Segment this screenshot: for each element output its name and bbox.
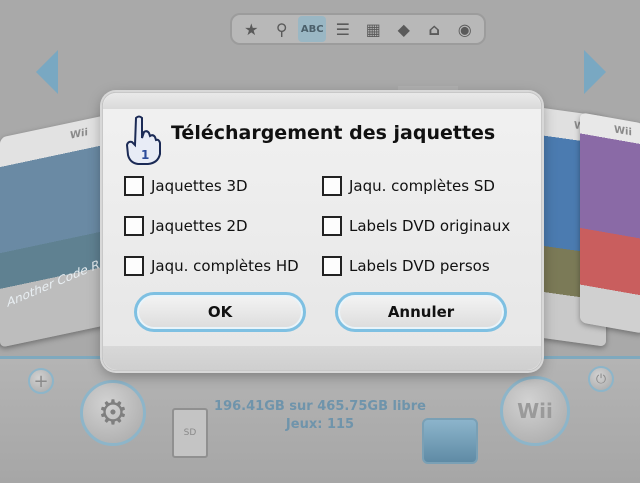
lock-icon[interactable]: ⌂	[420, 16, 448, 42]
option-jaquettes-3d[interactable]: Jaquettes 3D	[124, 176, 248, 196]
game-cover-right-2[interactable]: Wii	[580, 112, 640, 334]
storage-free-text: 196.41GB sur 465.75GB libre	[214, 399, 426, 414]
checkbox[interactable]	[124, 216, 144, 236]
storage-status: 196.41GB sur 465.75GB libre Jeux: 115	[200, 398, 440, 434]
game-cover-another-code[interactable]: Wii Another Code R	[0, 114, 110, 348]
list-view-icon[interactable]: ☰	[329, 16, 357, 42]
dialog-bottom-stripe	[103, 346, 541, 370]
checkbox[interactable]	[124, 256, 144, 276]
option-labels-dvd-persos[interactable]: Labels DVD persos	[322, 256, 490, 276]
sort-abc-icon[interactable]: ABC	[298, 16, 327, 42]
option-labels-dvd-originaux[interactable]: Labels DVD originaux	[322, 216, 510, 236]
wii-badge: Wii	[614, 124, 632, 139]
cancel-button[interactable]: Annuler	[335, 292, 507, 332]
option-jaquettes-2d[interactable]: Jaquettes 2D	[124, 216, 248, 236]
disc-icon[interactable]: ◉	[451, 16, 479, 42]
next-arrow-icon[interactable]	[584, 50, 606, 94]
option-label: Labels DVD originaux	[349, 217, 511, 235]
grid-view-icon[interactable]: ▦	[359, 16, 387, 42]
option-label: Jaquettes 2D	[151, 217, 248, 235]
option-label: Jaqu. complètes HD	[151, 257, 299, 275]
games-count-text: Jeux: 115	[285, 417, 355, 432]
cover-title: Another Code R	[5, 257, 101, 310]
option-label: Jaqu. complètes SD	[349, 177, 495, 195]
dialog-top-stripe	[103, 93, 541, 109]
dialog-title: Téléchargement des jaquettes	[171, 122, 496, 144]
checkbox[interactable]	[322, 176, 342, 196]
previous-arrow-icon[interactable]	[36, 50, 58, 94]
option-jaqu-completes-sd[interactable]: Jaqu. complètes SD	[322, 176, 495, 196]
svg-text:1: 1	[141, 148, 149, 162]
top-toolbar: ★ ⚲ ABC ☰ ▦ ◆ ⌂ ◉	[230, 13, 486, 45]
ok-button[interactable]: OK	[134, 292, 306, 332]
wii-label: Wii	[517, 399, 553, 423]
checkbox[interactable]	[322, 256, 342, 276]
power-icon[interactable]: ⏻	[588, 366, 614, 392]
checkbox[interactable]	[124, 176, 144, 196]
checkbox[interactable]	[322, 216, 342, 236]
sd-label: SD	[183, 428, 197, 438]
wii-badge: Wii	[70, 127, 88, 142]
favorites-star-icon[interactable]: ★	[237, 16, 265, 42]
pointer-hand-icon: 1	[125, 115, 161, 165]
settings-button[interactable]: ⚙	[80, 380, 146, 446]
option-label: Labels DVD persos	[349, 257, 490, 275]
carousel-view-icon[interactable]: ◆	[390, 16, 418, 42]
gear-icon: ⚙	[97, 393, 129, 433]
option-label: Jaquettes 3D	[151, 177, 248, 195]
option-jaqu-completes-hd[interactable]: Jaqu. complètes HD	[124, 256, 299, 276]
wii-menu-button[interactable]: Wii	[500, 376, 570, 446]
add-button[interactable]: +	[28, 368, 54, 394]
search-icon[interactable]: ⚲	[268, 16, 296, 42]
